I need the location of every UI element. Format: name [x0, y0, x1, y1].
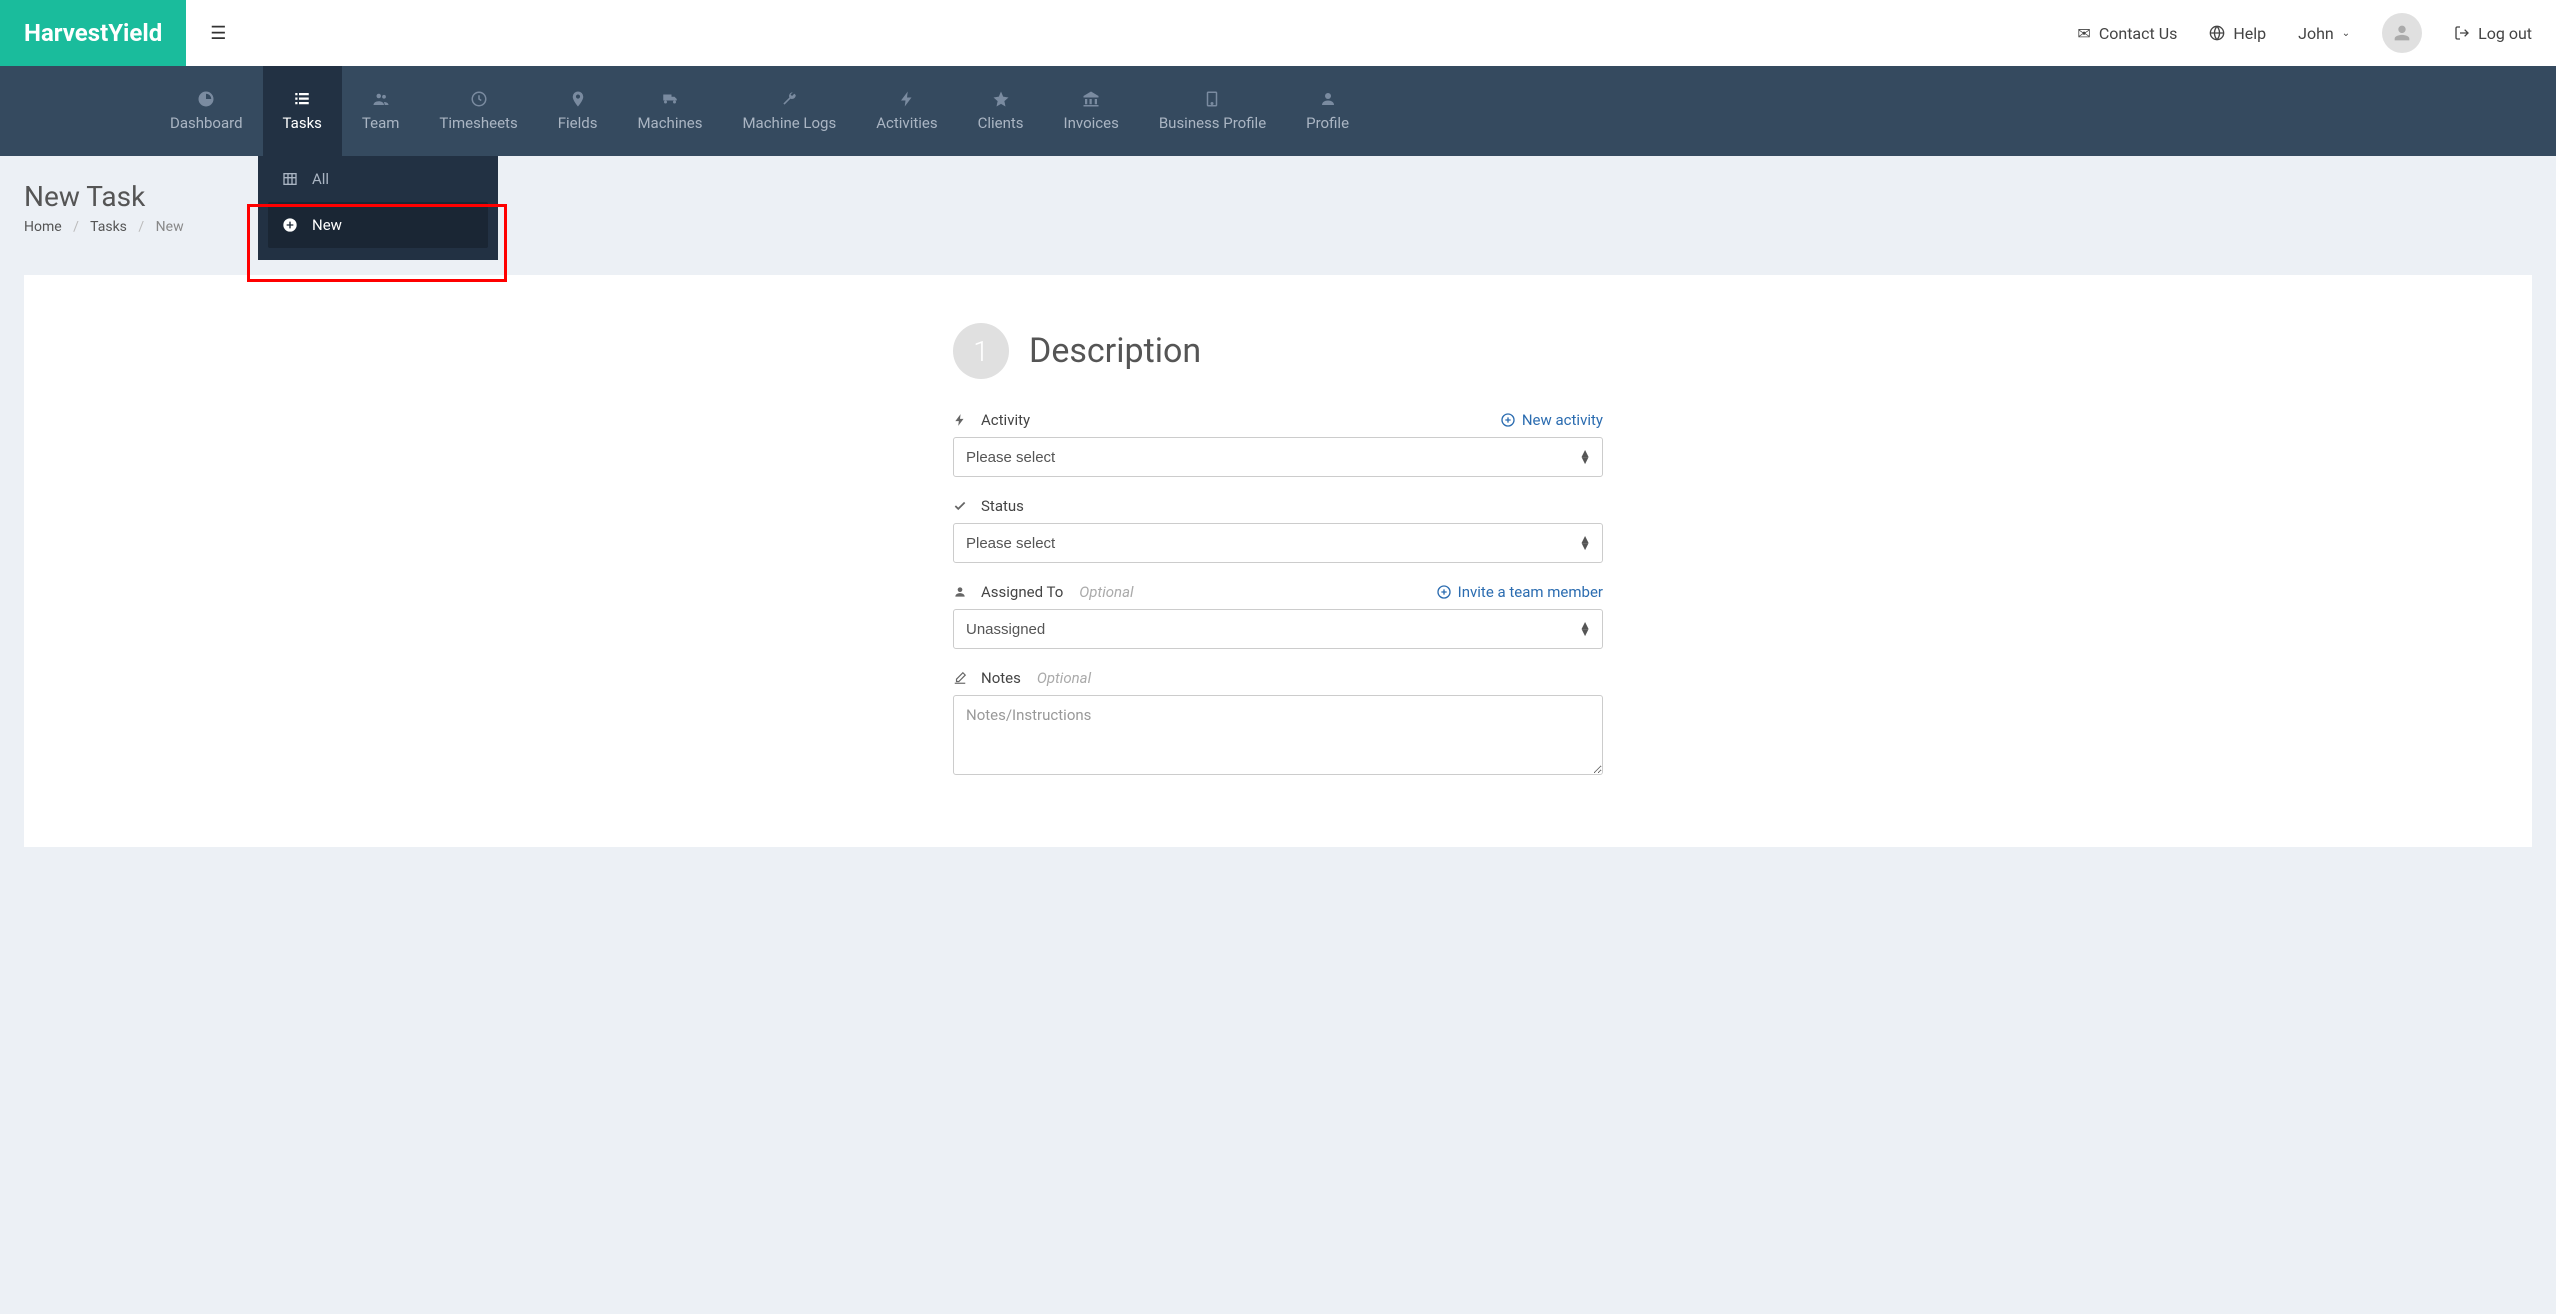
nav-label: Invoices — [1064, 114, 1119, 132]
bolt-icon — [898, 90, 916, 108]
breadcrumb-sep: / — [73, 219, 79, 235]
breadcrumb-sep: / — [138, 219, 144, 235]
user-icon — [1319, 90, 1337, 108]
nav-fields[interactable]: Fields — [538, 66, 618, 156]
star-icon — [992, 90, 1010, 108]
invite-team-label: Invite a team member — [1458, 583, 1603, 601]
help-link[interactable]: Help — [2209, 24, 2266, 43]
nav-dashboard[interactable]: Dashboard — [150, 66, 263, 156]
chevron-down-icon: ⌄ — [2342, 28, 2350, 39]
assigned-label: Assigned To — [981, 583, 1063, 601]
users-icon — [372, 90, 390, 108]
avatar[interactable] — [2382, 13, 2422, 53]
activity-label: Activity — [981, 411, 1030, 429]
breadcrumb-current: New — [156, 219, 184, 235]
bars-icon: ☰ — [210, 23, 226, 44]
topbar-right: ✉ Contact Us Help John ⌄ Log out — [2077, 13, 2556, 53]
nav-label: Machines — [637, 114, 702, 132]
invite-team-link[interactable]: Invite a team member — [1436, 583, 1603, 601]
user-menu[interactable]: John ⌄ — [2298, 24, 2350, 43]
content-card: 1 Description Activity New activity — [24, 275, 2532, 847]
nav-label: Tasks — [283, 114, 322, 132]
notes-group: Notes Optional — [953, 669, 1603, 779]
plus-circle-icon — [1436, 584, 1452, 600]
dashboard-icon — [197, 90, 215, 108]
nav-invoices[interactable]: Invoices — [1044, 66, 1139, 156]
breadcrumb-home[interactable]: Home — [24, 219, 62, 235]
step-number: 1 — [953, 323, 1009, 379]
nav-label: Dashboard — [170, 114, 243, 132]
submenu-new-label: New — [312, 216, 342, 234]
nav-profile[interactable]: Profile — [1286, 66, 1369, 156]
clock-icon — [470, 90, 488, 108]
logout-link[interactable]: Log out — [2454, 24, 2532, 43]
topbar: HarvestYield ☰ ✉ Contact Us Help John ⌄ … — [0, 0, 2556, 66]
section-title: Description — [1029, 331, 1201, 371]
bolt-icon — [953, 413, 969, 427]
nav-label: Profile — [1306, 114, 1349, 132]
nav-label: Fields — [558, 114, 598, 132]
submenu-new[interactable]: New — [268, 202, 488, 248]
logout-label: Log out — [2478, 24, 2532, 43]
nav-label: Team — [362, 114, 400, 132]
notes-label: Notes — [981, 669, 1021, 687]
menu-toggle-button[interactable]: ☰ — [186, 23, 250, 44]
contact-us-link[interactable]: ✉ Contact Us — [2077, 24, 2177, 43]
list-icon — [293, 90, 311, 108]
activity-select[interactable]: Please select — [953, 437, 1603, 477]
notes-textarea[interactable] — [953, 695, 1603, 775]
logout-icon — [2454, 25, 2470, 41]
nav-label: Business Profile — [1159, 114, 1266, 132]
plus-circle-icon — [282, 217, 298, 233]
tasks-submenu: All New — [258, 156, 498, 260]
nav-timesheets[interactable]: Timesheets — [419, 66, 537, 156]
map-marker-icon — [569, 90, 587, 108]
edit-icon — [953, 671, 969, 685]
activity-group: Activity New activity Please select ▲▼ — [953, 411, 1603, 477]
assigned-group: Assigned To Optional Invite a team membe… — [953, 583, 1603, 649]
section-header: 1 Description — [953, 323, 1603, 379]
nav-label: Machine Logs — [742, 114, 836, 132]
user-icon — [953, 585, 969, 599]
main-nav: Dashboard Tasks Team Timesheets Fields M… — [0, 66, 2556, 156]
breadcrumb-tasks[interactable]: Tasks — [90, 219, 127, 235]
nav-business-profile[interactable]: Business Profile — [1139, 66, 1286, 156]
nav-machines[interactable]: Machines — [617, 66, 722, 156]
help-label: Help — [2233, 24, 2266, 43]
status-group: Status Please select ▲▼ — [953, 497, 1603, 563]
new-activity-link[interactable]: New activity — [1500, 411, 1603, 429]
globe-icon — [2209, 25, 2225, 41]
nav-label: Clients — [978, 114, 1024, 132]
wrench-icon — [780, 90, 798, 108]
form-container: 1 Description Activity New activity — [953, 323, 1603, 779]
user-name: John — [2298, 24, 2334, 43]
submenu-all[interactable]: All — [258, 156, 498, 202]
nav-label: Activities — [876, 114, 937, 132]
nav-label: Timesheets — [439, 114, 517, 132]
nav-clients[interactable]: Clients — [958, 66, 1044, 156]
nav-tasks[interactable]: Tasks — [263, 66, 342, 156]
brand-logo[interactable]: HarvestYield — [0, 0, 186, 66]
table-icon — [282, 171, 298, 187]
contact-us-label: Contact Us — [2099, 24, 2178, 43]
new-activity-label: New activity — [1522, 411, 1603, 429]
status-select[interactable]: Please select — [953, 523, 1603, 563]
nav-team[interactable]: Team — [342, 66, 420, 156]
assigned-select[interactable]: Unassigned — [953, 609, 1603, 649]
nav-machine-logs[interactable]: Machine Logs — [722, 66, 856, 156]
status-label: Status — [981, 497, 1024, 515]
plus-circle-icon — [1500, 412, 1516, 428]
optional-hint: Optional — [1037, 669, 1091, 687]
truck-icon — [661, 90, 679, 108]
nav-activities[interactable]: Activities — [856, 66, 957, 156]
submenu-all-label: All — [312, 170, 329, 188]
envelope-icon: ✉ — [2077, 24, 2090, 43]
tablet-icon — [1203, 90, 1221, 108]
bank-icon — [1082, 90, 1100, 108]
optional-hint: Optional — [1079, 583, 1133, 601]
check-icon — [953, 499, 969, 513]
